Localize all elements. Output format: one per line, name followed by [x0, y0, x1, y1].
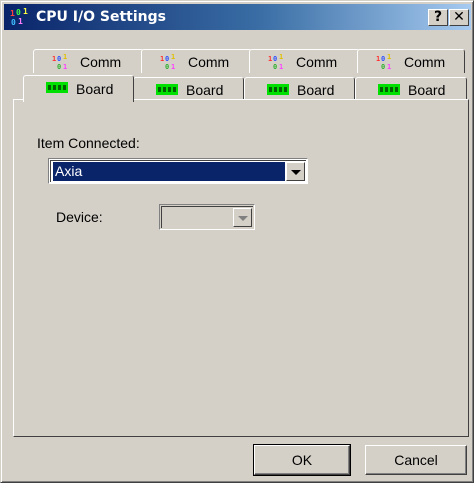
cancel-button[interactable]: Cancel [365, 445, 467, 475]
comm-icon: 1 0 1 0 1 [52, 53, 67, 71]
tab-board-2[interactable]: Board [133, 77, 244, 101]
window-title: CPU I/O Settings [36, 9, 166, 25]
svg-text:1: 1 [52, 55, 56, 63]
tab-label: Board [76, 81, 114, 97]
svg-text:1: 1 [23, 8, 28, 16]
device-label: Device: [56, 209, 103, 225]
tab-board-4[interactable]: Board [355, 77, 467, 101]
svg-text:0: 0 [165, 63, 169, 71]
svg-text:1: 1 [387, 53, 391, 61]
tab-board-1[interactable]: Board [23, 75, 134, 102]
svg-text:0: 0 [57, 63, 61, 71]
dialog-window: 1 0 1 0 1 CPU I/O Settings ? ✕ 1 0 1 0 1… [0, 0, 474, 483]
svg-text:1: 1 [160, 55, 164, 63]
svg-text:0: 0 [273, 55, 277, 63]
tab-label: Board [297, 82, 335, 98]
tab-comm-1[interactable]: 1 0 1 0 1 Comm [33, 49, 144, 73]
svg-text:1: 1 [63, 53, 67, 61]
svg-text:1: 1 [279, 53, 283, 61]
svg-text:0: 0 [165, 55, 169, 63]
tab-label: Comm [188, 54, 230, 70]
board-icon [156, 84, 178, 95]
ok-button[interactable]: OK [253, 444, 351, 476]
close-icon: ✕ [453, 9, 465, 25]
svg-text:0: 0 [381, 55, 385, 63]
dropdown-button[interactable] [233, 208, 252, 227]
svg-text:0: 0 [273, 63, 277, 71]
svg-text:1: 1 [18, 17, 23, 26]
svg-text:1: 1 [63, 63, 67, 71]
svg-text:1: 1 [387, 63, 391, 71]
comm-icon: 1 0 1 0 1 [268, 53, 283, 71]
tab-panel: Item Connected: Axia Device: [13, 99, 469, 437]
board-icon [267, 84, 289, 95]
item-connected-value: Axia [52, 161, 286, 182]
tab-label: Board [408, 82, 446, 98]
svg-text:0: 0 [16, 8, 21, 17]
svg-text:0: 0 [11, 18, 16, 26]
dropdown-button[interactable] [286, 162, 305, 181]
close-button[interactable]: ✕ [449, 9, 469, 26]
io-digits-icon: 1 0 1 0 1 [10, 8, 28, 26]
comm-icon: 1 0 1 0 1 [376, 53, 391, 71]
tab-board-3[interactable]: Board [244, 77, 355, 101]
svg-text:0: 0 [381, 63, 385, 71]
tab-comm-4[interactable]: 1 0 1 0 1 Comm [357, 49, 465, 73]
help-button[interactable]: ? [428, 9, 448, 26]
tab-comm-3[interactable]: 1 0 1 0 1 Comm [249, 49, 360, 73]
tab-label: Comm [80, 54, 122, 70]
svg-text:1: 1 [279, 63, 283, 71]
chevron-down-icon [291, 170, 301, 175]
tab-label: Comm [296, 54, 338, 70]
tab-comm-2[interactable]: 1 0 1 0 1 Comm [141, 49, 252, 73]
item-connected-label: Item Connected: [37, 135, 140, 151]
comm-icon: 1 0 1 0 1 [160, 53, 175, 71]
board-icon [46, 82, 68, 93]
svg-text:1: 1 [376, 55, 380, 63]
svg-text:1: 1 [171, 53, 175, 61]
tab-label: Board [186, 82, 224, 98]
title-bar[interactable]: 1 0 1 0 1 CPU I/O Settings ? ✕ [4, 4, 471, 30]
board-icon [378, 84, 400, 95]
item-connected-select[interactable]: Axia [48, 158, 308, 184]
tab-label: Comm [404, 54, 446, 70]
svg-text:1: 1 [10, 9, 15, 18]
svg-text:1: 1 [171, 63, 175, 71]
device-select[interactable] [159, 204, 255, 230]
svg-text:1: 1 [268, 55, 272, 63]
svg-text:0: 0 [57, 55, 61, 63]
chevron-down-icon [238, 216, 248, 221]
